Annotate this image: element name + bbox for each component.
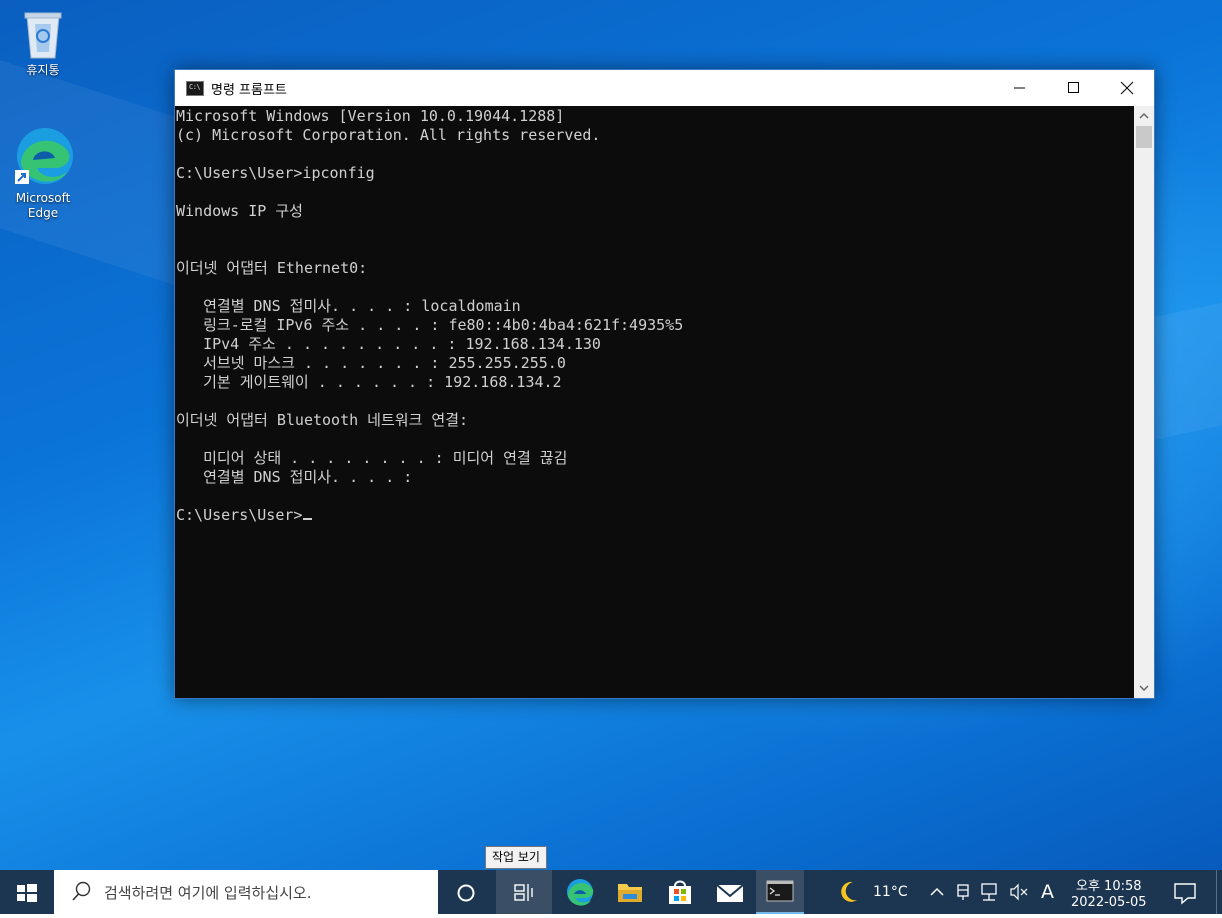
- edge-icon: [567, 879, 594, 906]
- recycle-bin-label: 휴지통: [26, 63, 60, 77]
- taskbar-cmd-button[interactable]: [756, 870, 804, 914]
- console-line: 기본 게이트웨이 . . . . . . : 192.168.134.2: [176, 373, 562, 391]
- taskbar: 검색하려면 여기에 입력하십시오. 11°C A 오후 10:58 2022-0…: [0, 870, 1222, 914]
- taskbar-explorer-button[interactable]: [606, 870, 654, 914]
- console-output[interactable]: Microsoft Windows [Version 10.0.19044.12…: [175, 106, 1134, 698]
- clock-time: 오후 10:58: [1076, 879, 1142, 894]
- minimize-button[interactable]: [992, 70, 1046, 106]
- task-view-button[interactable]: [496, 870, 552, 914]
- windows-logo-icon: [17, 884, 37, 902]
- close-button[interactable]: [1100, 70, 1154, 106]
- console-line: 연결별 DNS 접미사. . . . :: [176, 468, 413, 486]
- clock[interactable]: 오후 10:58 2022-05-05: [1066, 870, 1160, 914]
- ime-icon[interactable]: [953, 870, 973, 914]
- cmd-window[interactable]: C:\ 명령 프롬프트 Microsoft Windows [Version 1…: [174, 69, 1155, 699]
- task-view-icon: [514, 884, 533, 901]
- console-line: 이더넷 어댑터 Ethernet0:: [176, 259, 368, 277]
- cmd-icon: [766, 880, 794, 902]
- network-icon[interactable]: [978, 870, 1000, 914]
- mail-icon: [716, 884, 744, 902]
- console-line: C:\Users\User>ipconfig: [176, 164, 375, 182]
- console-line: Microsoft Windows [Version 10.0.19044.12…: [176, 107, 565, 125]
- edge-label: Microsoft Edge: [15, 191, 71, 220]
- notification-icon[interactable]: [1168, 870, 1202, 914]
- text-cursor: [303, 518, 313, 520]
- console-line: 이더넷 어댑터 Bluetooth 네트워크 연결:: [176, 411, 469, 429]
- desktop-icon-edge[interactable]: Microsoft Edge: [5, 124, 81, 221]
- cortana-button[interactable]: [440, 870, 492, 914]
- taskbar-store-button[interactable]: [656, 870, 704, 914]
- moon-icon[interactable]: [836, 870, 862, 914]
- console-line: Windows IP 구성: [176, 202, 303, 220]
- search-input[interactable]: 검색하려면 여기에 입력하십시오.: [54, 870, 438, 914]
- console-line: 서브넷 마스크 . . . . . . . : 255.255.255.0: [176, 354, 566, 372]
- console-line: 연결별 DNS 접미사. . . . : localdomain: [176, 297, 521, 315]
- start-button[interactable]: [0, 870, 54, 914]
- edge-icon: [11, 124, 75, 188]
- show-desktop-button[interactable]: [1216, 870, 1222, 914]
- console-line: IPv4 주소 . . . . . . . . . : 192.168.134.…: [176, 335, 601, 353]
- taskbar-mail-button[interactable]: [706, 870, 754, 914]
- console-line: (c) Microsoft Corporation. All rights re…: [176, 126, 601, 144]
- search-icon: [72, 881, 91, 901]
- console-prompt: C:\Users\User>: [176, 506, 303, 524]
- console-line: 미디어 상태 . . . . . . . . : 미디어 연결 끊김: [176, 449, 568, 467]
- temperature-text[interactable]: 11°C: [873, 884, 908, 900]
- volume-muted-icon[interactable]: [1008, 870, 1030, 914]
- maximize-button[interactable]: [1046, 70, 1100, 106]
- close-icon: [1120, 81, 1134, 95]
- store-icon: [669, 880, 691, 904]
- scroll-thumb[interactable]: [1136, 126, 1152, 148]
- title-bar[interactable]: C:\ 명령 프롬프트: [175, 70, 1154, 106]
- search-placeholder: 검색하려면 여기에 입력하십시오.: [104, 884, 312, 902]
- clock-date: 2022-05-05: [1071, 895, 1147, 910]
- maximize-icon: [1068, 82, 1079, 93]
- chevron-up-icon[interactable]: [927, 870, 947, 914]
- ime-mode-indicator[interactable]: A: [1041, 881, 1054, 903]
- minimize-icon: [1014, 87, 1025, 89]
- console-line: 링크-로컬 IPv6 주소 . . . . : fe80::4b0:4ba4:6…: [176, 316, 684, 334]
- desktop-icon-recycle-bin[interactable]: 휴지통: [5, 8, 81, 78]
- console-prompt-line: C:\Users\User>: [176, 506, 313, 525]
- cmd-icon: C:\: [186, 81, 204, 96]
- recycle-bin-icon: [19, 8, 67, 60]
- window-title: 명령 프롬프트: [211, 83, 287, 98]
- task-view-tooltip: 작업 보기: [485, 846, 547, 869]
- cortana-icon: [457, 884, 475, 902]
- file-explorer-icon: [618, 884, 642, 902]
- scroll-down-icon[interactable]: [1134, 680, 1154, 698]
- taskbar-edge-button[interactable]: [556, 870, 604, 914]
- scroll-up-icon[interactable]: [1134, 106, 1154, 124]
- vertical-scrollbar[interactable]: [1134, 106, 1154, 698]
